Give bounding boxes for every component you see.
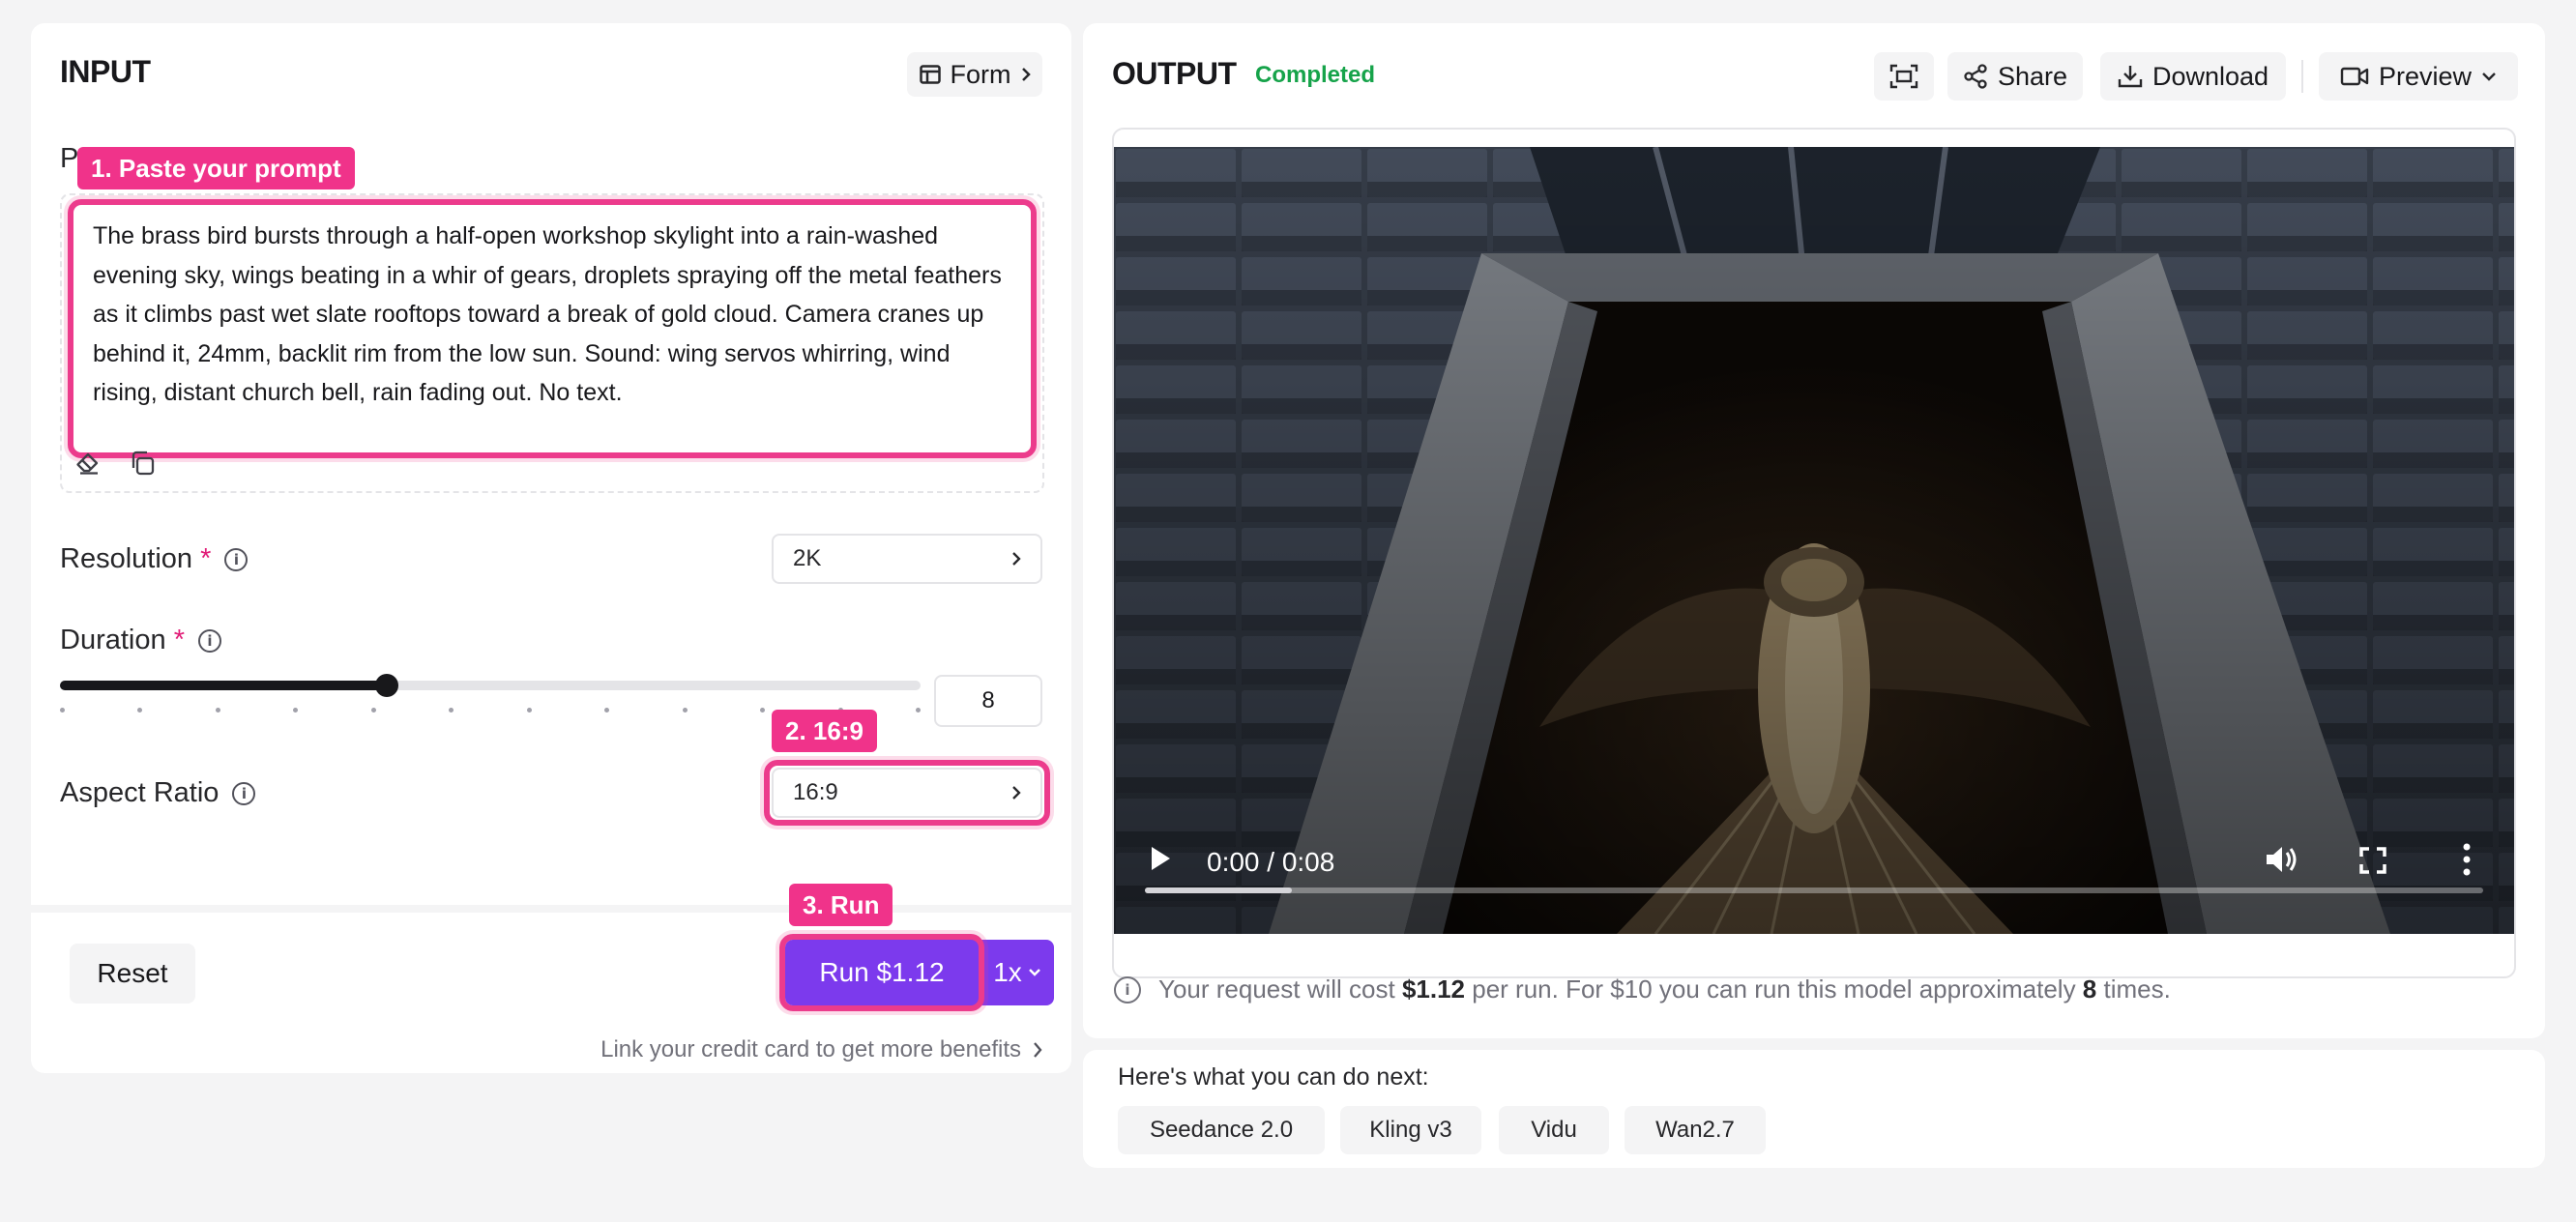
clear-prompt-button[interactable] xyxy=(72,447,104,480)
next-item-seedance[interactable]: Seedance 2.0 xyxy=(1118,1106,1325,1154)
video-progress-track[interactable] xyxy=(1145,887,2483,893)
annotation-run: 3. Run xyxy=(789,884,893,926)
download-label: Download xyxy=(2152,61,2269,91)
reset-button[interactable]: Reset xyxy=(70,944,195,1004)
expand-frame-icon xyxy=(1889,64,1918,89)
prompt-highlight xyxy=(68,199,1037,458)
annotation-aspect-ratio: 2. 16:9 xyxy=(772,710,877,752)
volume-button[interactable] xyxy=(2265,845,2299,878)
run-multiplier-button[interactable]: 1x xyxy=(981,940,1054,1005)
form-view-label: Form xyxy=(950,59,1011,89)
play-button[interactable] xyxy=(1149,845,1178,878)
input-title: INPUT xyxy=(60,54,151,89)
aspect-ratio-row: Aspect Ratio i xyxy=(60,777,256,809)
chevron-down-icon xyxy=(1028,969,1040,976)
slider-tick xyxy=(526,708,532,713)
video-player[interactable]: 0:00 / 0:08 xyxy=(1114,147,2514,934)
chevron-right-icon xyxy=(1021,68,1031,81)
slider-tick xyxy=(760,708,766,713)
form-view-button[interactable]: Form xyxy=(907,52,1042,97)
output-panel: OUTPUT Completed Share Download Preview … xyxy=(1083,23,2545,1038)
duration-info-icon[interactable]: i xyxy=(197,628,221,653)
copy-prompt-button[interactable] xyxy=(126,447,159,480)
play-icon xyxy=(1152,847,1170,870)
slider-tick xyxy=(215,708,220,713)
slider-tick xyxy=(916,708,921,713)
video-frame-image xyxy=(1114,147,2514,934)
next-steps-panel: Here's what you can do next: Seedance 2.… xyxy=(1083,1050,2545,1168)
slider-tick xyxy=(449,708,454,713)
eraser-icon xyxy=(76,452,99,475)
next-item-wan[interactable]: Wan2.7 xyxy=(1625,1106,1766,1154)
run-multiplier-value: 1x xyxy=(993,957,1022,987)
more-vertical-icon xyxy=(2463,843,2471,876)
credit-card-link-text: Link your credit card to get more benefi… xyxy=(600,1036,1021,1062)
volume-icon xyxy=(2267,847,2297,872)
footer-divider xyxy=(31,905,1071,913)
fullscreen-icon xyxy=(2359,847,2386,874)
aspect-ratio-label: Aspect Ratio xyxy=(60,777,220,808)
cost-text: Your request will cost $1.12 per run. Fo… xyxy=(1158,975,2171,1004)
chevron-down-icon xyxy=(2482,73,2496,81)
table-icon xyxy=(919,65,941,84)
aspect-ratio-info-icon[interactable]: i xyxy=(232,781,256,805)
next-item-vidu[interactable]: Vidu xyxy=(1499,1106,1609,1154)
video-fullscreen-button[interactable] xyxy=(2359,847,2388,876)
input-panel: INPUT Form Prompt The brass bird bursts … xyxy=(31,23,1071,1073)
duration-input[interactable]: 8 xyxy=(934,675,1042,727)
share-button[interactable]: Share xyxy=(1947,52,2083,101)
resolution-value: 2K xyxy=(793,545,822,571)
next-item-kling[interactable]: Kling v3 xyxy=(1340,1106,1481,1154)
status-badge: Completed xyxy=(1255,62,1376,88)
copy-icon xyxy=(132,451,155,476)
resolution-info-icon[interactable]: i xyxy=(224,547,249,571)
output-title: OUTPUT xyxy=(1112,56,1237,91)
preview-label: Preview xyxy=(2378,61,2473,91)
toolbar-divider xyxy=(2301,60,2303,93)
duration-slider-fill xyxy=(60,681,388,690)
slider-tick xyxy=(604,708,610,713)
slider-tick xyxy=(60,708,65,713)
slider-tick xyxy=(137,708,143,713)
resolution-row: Resolution * i xyxy=(60,543,249,575)
slider-tick xyxy=(370,708,376,713)
chevron-right-icon xyxy=(1012,552,1021,566)
fullscreen-button[interactable] xyxy=(1874,52,1934,101)
video-progress-fill xyxy=(1145,887,1293,893)
share-label: Share xyxy=(1997,61,2068,91)
duration-slider-thumb[interactable] xyxy=(375,674,399,697)
duration-label: Duration * xyxy=(60,625,185,655)
slider-tick xyxy=(682,708,688,713)
slider-tick xyxy=(293,708,299,713)
run-highlight xyxy=(779,934,984,1011)
credit-card-link[interactable]: Link your credit card to get more benefi… xyxy=(600,1036,1042,1063)
duration-slider-track[interactable] xyxy=(60,674,921,697)
video-camera-icon xyxy=(2340,67,2369,86)
cost-note: i Your request will cost $1.12 per run. … xyxy=(1114,975,2171,1004)
cost-info-icon: i xyxy=(1114,975,1141,1004)
resolution-select[interactable]: 2K xyxy=(772,534,1042,584)
download-icon xyxy=(2118,66,2143,88)
duration-row: Duration * i xyxy=(60,625,221,656)
video-more-button[interactable] xyxy=(2462,843,2475,878)
share-icon xyxy=(1964,64,1987,89)
download-button[interactable]: Download xyxy=(2100,52,2286,101)
aspect-ratio-highlight xyxy=(764,760,1050,826)
resolution-label: Resolution * xyxy=(60,543,212,574)
chevron-right-icon xyxy=(1034,1042,1042,1058)
preview-dropdown[interactable]: Preview xyxy=(2319,52,2518,101)
next-steps-title: Here's what you can do next: xyxy=(1118,1063,1429,1091)
annotation-paste-prompt: 1. Paste your prompt xyxy=(77,147,355,189)
video-time: 0:00 / 0:08 xyxy=(1207,847,1335,877)
